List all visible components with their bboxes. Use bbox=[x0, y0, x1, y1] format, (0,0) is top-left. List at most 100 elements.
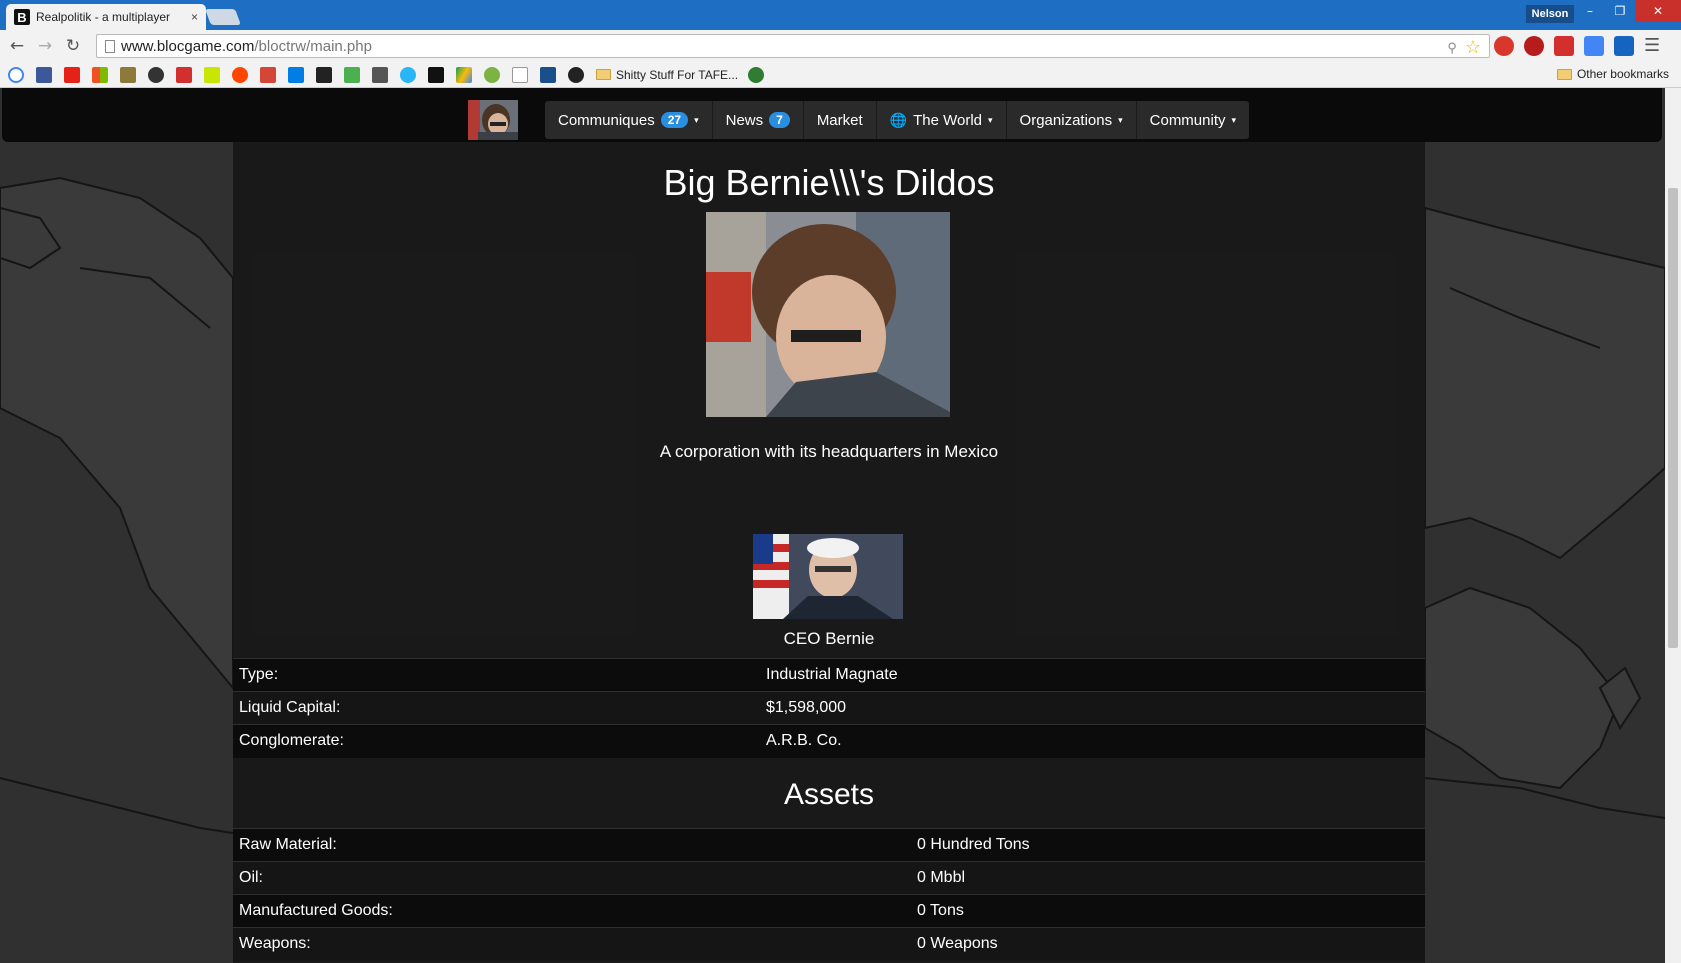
ceo-photo bbox=[753, 534, 903, 619]
info-value: A.R.B. Co. bbox=[760, 724, 1425, 758]
reddit-bookmark-icon[interactable] bbox=[232, 66, 248, 83]
tab-close-icon[interactable]: × bbox=[191, 10, 198, 24]
corporation-panel: Big Bernie\\\'s Dildos A corporation wit… bbox=[233, 142, 1425, 963]
table-row: Liquid Capital: $1,598,000 bbox=[233, 691, 1425, 725]
gear-bookmark-icon[interactable] bbox=[148, 66, 164, 83]
page-viewport: Communiques 27 ▾ News 7 Market 🌐 The Wor… bbox=[0, 88, 1665, 963]
google-bookmark-icon[interactable] bbox=[8, 66, 24, 83]
reload-icon[interactable]: ↻ bbox=[62, 35, 84, 57]
nav-organizations-label: Organizations bbox=[1019, 111, 1113, 129]
nav-communiques[interactable]: Communiques 27 ▾ bbox=[545, 101, 713, 139]
caret-down-icon: ▾ bbox=[1231, 114, 1237, 125]
top-navbar: Communiques 27 ▾ News 7 Market 🌐 The Wor… bbox=[2, 88, 1662, 142]
table-row: Weapons: 0 Weapons bbox=[233, 927, 1425, 961]
asset-value: 0 Tons bbox=[911, 894, 1425, 928]
corporation-description: A corporation with its headquarters in M… bbox=[659, 442, 999, 461]
flag-extension-icon[interactable] bbox=[1554, 35, 1574, 56]
android-bookmark-icon[interactable] bbox=[344, 66, 360, 83]
folder-icon bbox=[596, 69, 611, 80]
facebook-bookmark-icon[interactable] bbox=[36, 66, 52, 83]
page-icon bbox=[105, 39, 115, 53]
nav-news[interactable]: News 7 bbox=[713, 101, 804, 139]
nav-organizations[interactable]: Organizations ▾ bbox=[1007, 101, 1137, 139]
extension-icon[interactable] bbox=[1614, 35, 1634, 56]
new-tab-button[interactable] bbox=[205, 9, 241, 25]
main-nav-menu: Communiques 27 ▾ News 7 Market 🌐 The Wor… bbox=[545, 101, 1250, 139]
h-bookmark-icon[interactable] bbox=[176, 66, 192, 83]
bookmark-folder-tafe[interactable]: Shitty Stuff For TAFE... bbox=[596, 68, 738, 82]
restore-icon[interactable]: ❐ bbox=[1605, 0, 1635, 22]
info-label: Conglomerate: bbox=[233, 724, 760, 758]
drop-bookmark-icon[interactable] bbox=[400, 66, 416, 83]
app-bookmark-icon[interactable] bbox=[316, 66, 332, 83]
asset-label: Raw Material: bbox=[233, 828, 911, 862]
page-scrollbar[interactable] bbox=[1665, 88, 1681, 963]
url-host: www.blocgame.com bbox=[121, 37, 255, 55]
browser-tab[interactable]: B Realpolitik - a multiplayer × bbox=[6, 4, 206, 30]
chrome-menu-icon[interactable]: ☰ bbox=[1644, 35, 1660, 56]
close-window-icon[interactable]: ✕ bbox=[1635, 0, 1681, 22]
asset-value: 0 Weapons bbox=[911, 927, 1425, 961]
nav-the-world-label: The World bbox=[913, 111, 983, 129]
key-icon[interactable]: ⚲ bbox=[1447, 40, 1457, 56]
browser-toolbar: ← → ↻ www.blocgame.com/bloctrw/main.php … bbox=[0, 30, 1681, 62]
gmail-bookmark-icon[interactable] bbox=[260, 66, 276, 83]
browser-titlebar: B Realpolitik - a multiplayer × Nelson –… bbox=[0, 0, 1681, 30]
ceo-name: CEO Bernie bbox=[783, 629, 875, 648]
assets-table: Raw Material: 0 Hundred Tons Oil: 0 Mbbl… bbox=[233, 828, 1425, 961]
adblock-icon[interactable] bbox=[1494, 35, 1514, 56]
profile-button[interactable]: Nelson bbox=[1526, 5, 1574, 23]
nav-market-label: Market bbox=[816, 111, 863, 129]
nav-market[interactable]: Market bbox=[804, 101, 877, 139]
assets-heading: Assets bbox=[783, 778, 875, 811]
user-avatar[interactable] bbox=[468, 100, 518, 140]
asset-value: 0 Mbbl bbox=[911, 861, 1425, 895]
nav-community-label: Community bbox=[1149, 111, 1226, 129]
asset-label: Oil: bbox=[233, 861, 911, 895]
back-icon[interactable]: ← bbox=[6, 35, 28, 57]
nav-news-label: News bbox=[725, 111, 764, 129]
dropbox-bookmark-icon[interactable] bbox=[288, 66, 304, 83]
microsoft-bookmark-icon[interactable] bbox=[92, 66, 108, 83]
nav-community[interactable]: Community ▾ bbox=[1137, 101, 1249, 139]
drive-bookmark-icon[interactable] bbox=[456, 66, 472, 83]
x-bookmark-icon[interactable] bbox=[204, 66, 220, 83]
leaf-bookmark-icon[interactable] bbox=[484, 66, 500, 83]
other-bookmarks[interactable]: Other bookmarks bbox=[1556, 67, 1669, 81]
corporation-photo bbox=[706, 212, 950, 417]
nav-the-world[interactable]: 🌐 The World ▾ bbox=[877, 101, 1007, 139]
forward-icon[interactable]: → bbox=[34, 35, 56, 57]
ublock-icon[interactable] bbox=[1524, 35, 1544, 56]
globe-icon: 🌐 bbox=[889, 111, 908, 128]
other-bookmarks-label: Other bookmarks bbox=[1576, 67, 1669, 81]
asset-label: Manufactured Goods: bbox=[233, 894, 911, 928]
youtube-bookmark-icon[interactable] bbox=[64, 66, 80, 83]
translate-icon[interactable] bbox=[1584, 35, 1604, 56]
address-bar[interactable]: www.blocgame.com/bloctrw/main.php ⚲ ☆ bbox=[96, 34, 1490, 58]
table-row: Raw Material: 0 Hundred Tons bbox=[233, 828, 1425, 862]
window-controls: – ❐ ✕ bbox=[1575, 0, 1681, 22]
nav-communiques-label: Communiques bbox=[558, 111, 655, 129]
bookmark-star-icon[interactable]: ☆ bbox=[1465, 37, 1481, 58]
github-bookmark-icon[interactable] bbox=[568, 66, 584, 83]
blocgame-favicon: B bbox=[14, 9, 30, 25]
caret-down-icon: ▾ bbox=[694, 114, 699, 125]
corporation-name: Big Bernie\\\'s Dildos bbox=[663, 162, 995, 203]
shield-bookmark-icon[interactable] bbox=[120, 66, 136, 83]
minimize-icon[interactable]: – bbox=[1575, 0, 1605, 22]
info-value: Industrial Magnate bbox=[760, 658, 1425, 692]
blocgame-bookmark-icon[interactable] bbox=[428, 66, 444, 83]
page-bookmark-icon[interactable] bbox=[512, 66, 528, 83]
green-bookmark-icon[interactable] bbox=[748, 66, 765, 83]
url-path: /bloctrw/main.php bbox=[254, 37, 372, 55]
table-row: Conglomerate: A.R.B. Co. bbox=[233, 724, 1425, 758]
shield-blue-bookmark-icon[interactable] bbox=[540, 66, 556, 83]
news-count-badge: 7 bbox=[769, 112, 790, 128]
caret-down-icon: ▾ bbox=[1118, 114, 1123, 125]
asset-label: Weapons: bbox=[233, 927, 911, 961]
table-row: Type: Industrial Magnate bbox=[233, 658, 1425, 692]
doc-bookmark-icon[interactable] bbox=[372, 66, 388, 83]
folder-icon bbox=[1556, 68, 1572, 80]
bookmarks-bar: Shitty Stuff For TAFE... Other bookmarks bbox=[0, 62, 1681, 88]
scrollbar-thumb[interactable] bbox=[1668, 188, 1678, 648]
